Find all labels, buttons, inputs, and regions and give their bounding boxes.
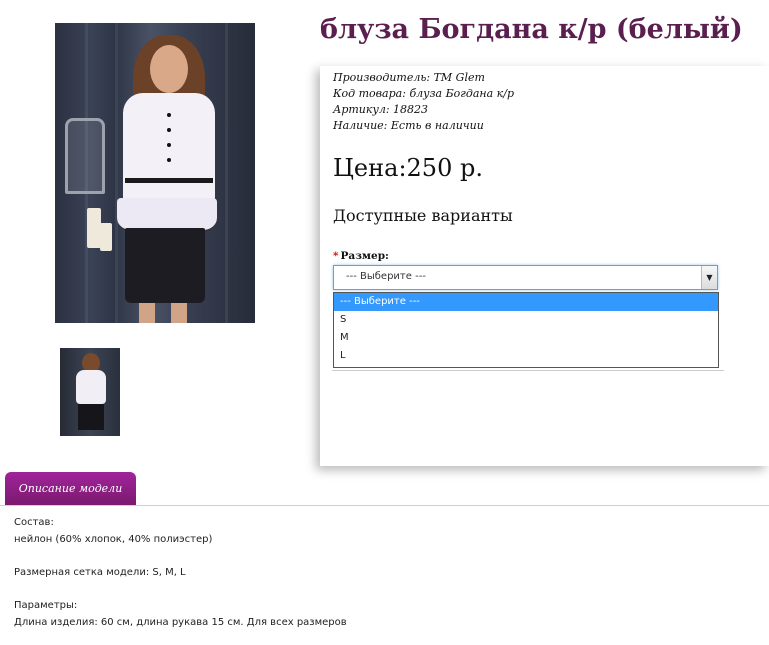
composition-title: Состав: <box>14 517 54 528</box>
product-main-image[interactable] <box>55 23 255 323</box>
size-dropdown-list: --- Выберите --- S M L <box>333 292 719 368</box>
chevron-down-icon[interactable]: ▼ <box>701 266 717 289</box>
params-title: Параметры: <box>14 600 78 611</box>
tab-description[interactable]: Описание модели <box>5 472 136 505</box>
size-label: * Размер: <box>333 250 389 262</box>
code-value: блуза Богдана к/р <box>409 87 515 100</box>
size-option[interactable]: L <box>334 347 718 365</box>
product-price: Цена:250 р. <box>333 154 483 182</box>
description-content: Состав: нейлон (60% хлопок, 40% полиэсте… <box>14 514 347 631</box>
variants-title: Доступные варианты <box>333 206 513 225</box>
code-label: Код товара: <box>333 87 406 100</box>
size-option[interactable]: M <box>334 329 718 347</box>
tab-divider <box>0 505 769 506</box>
size-select[interactable]: --- Выберите --- ▼ <box>333 265 718 290</box>
product-thumbnail[interactable] <box>60 348 120 436</box>
size-label-text: Размер: <box>340 250 389 262</box>
size-select-value: --- Выберите --- <box>346 271 426 282</box>
stock-label: Наличие: <box>333 119 388 132</box>
params-value: Длина изделия: 60 см, длина рукава 15 см… <box>14 617 347 628</box>
required-mark: * <box>333 250 339 262</box>
size-option[interactable]: S <box>334 311 718 329</box>
composition-value: нейлон (60% хлопок, 40% полиэстер) <box>14 534 213 545</box>
product-meta: Производитель: ТМ Glem Код товара: блуза… <box>333 70 514 134</box>
sku-label: Артикул: <box>333 103 390 116</box>
manufacturer-value: ТМ Glem <box>433 71 485 84</box>
divider <box>332 368 724 371</box>
product-title: блуза Богдана к/р (белый) <box>320 14 743 45</box>
size-option[interactable]: --- Выберите --- <box>334 293 718 311</box>
size-grid: Размерная сетка модели: S, M, L <box>14 567 186 578</box>
sku-value: 18823 <box>393 103 429 116</box>
manufacturer-label: Производитель: <box>333 71 431 84</box>
product-info-panel: Производитель: ТМ Glem Код товара: блуза… <box>320 66 769 466</box>
stock-value: Есть в наличии <box>390 119 484 132</box>
